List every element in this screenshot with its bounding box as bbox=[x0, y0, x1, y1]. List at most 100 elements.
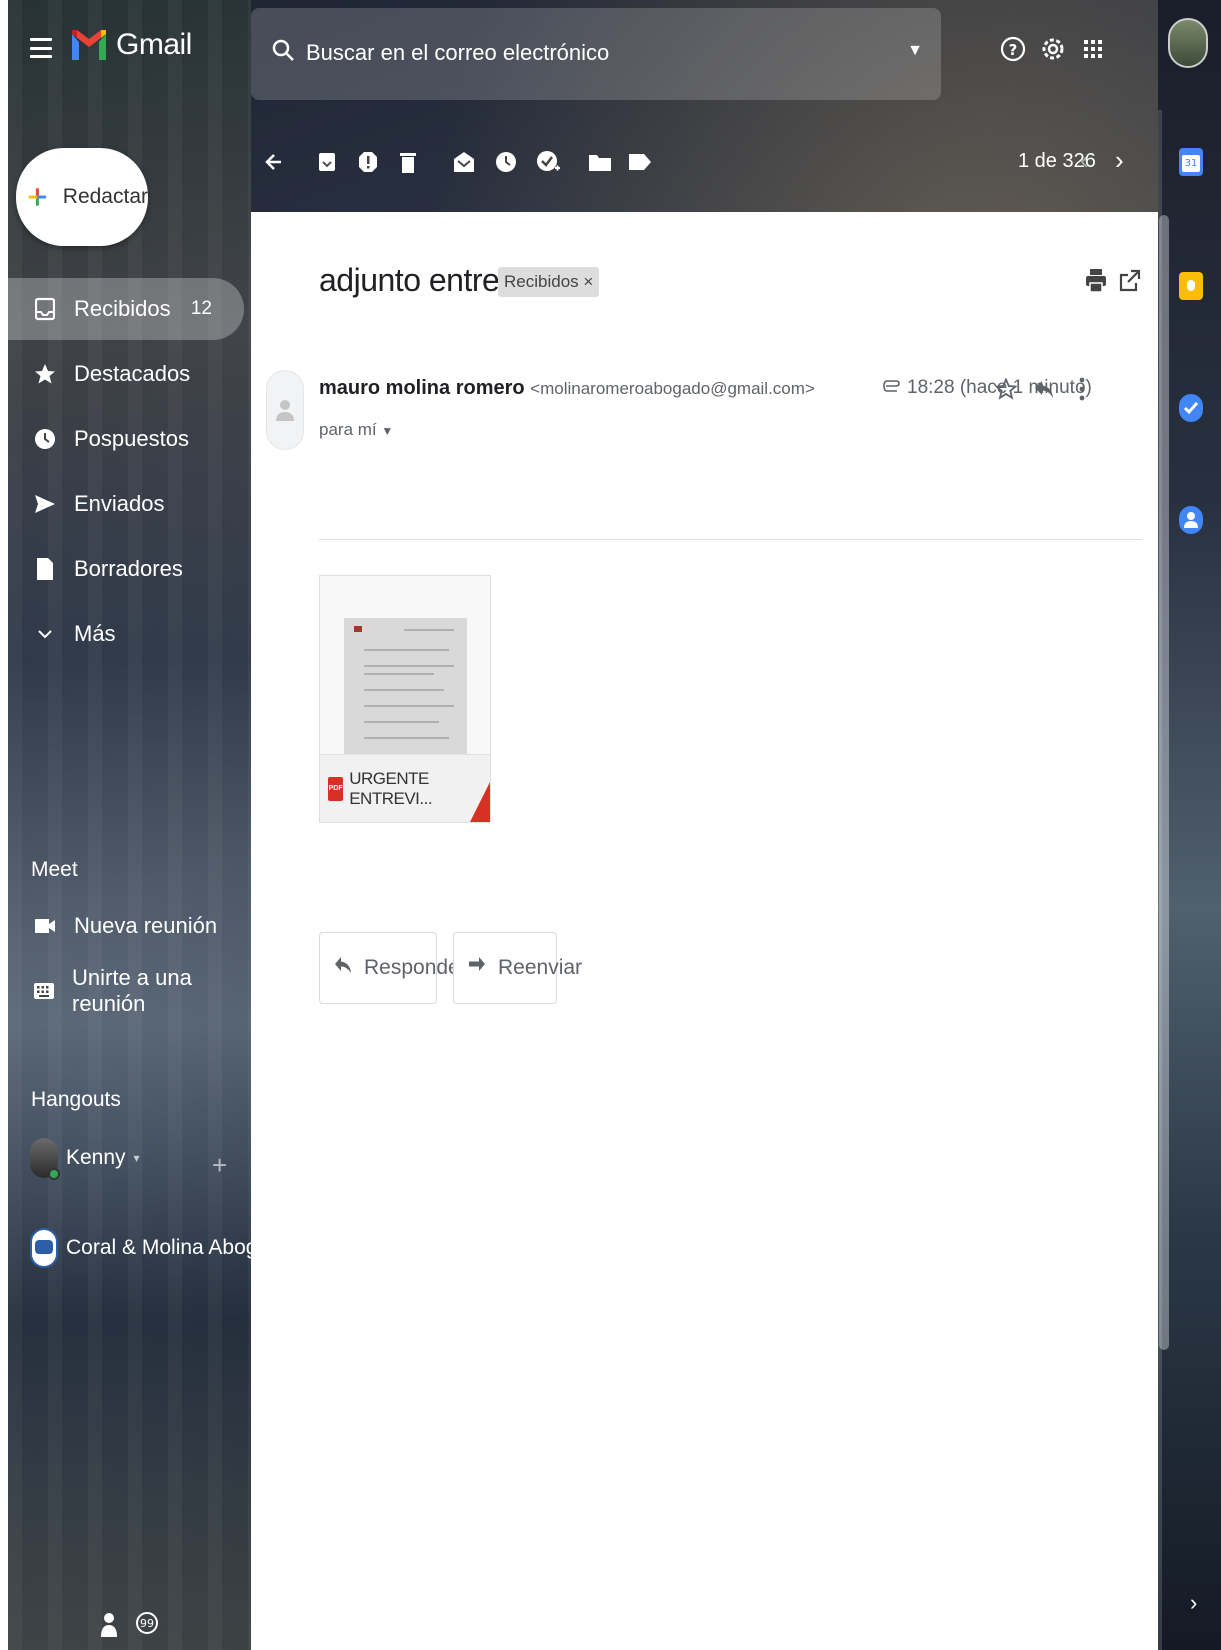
attachment-footer: PDF URGENTE ENTREVI... bbox=[320, 754, 490, 822]
meet-item-label: Nueva reunión bbox=[74, 913, 218, 938]
sidebar-item-label: Destacados bbox=[74, 361, 191, 386]
sidebar-item-drafts[interactable]: Borradores bbox=[8, 538, 244, 600]
gmail-m-icon bbox=[72, 30, 106, 60]
snooze-clock-icon[interactable] bbox=[494, 148, 518, 176]
sidebar-item-label: Pospuestos bbox=[74, 426, 189, 451]
reply-arrow-icon[interactable] bbox=[1031, 374, 1057, 404]
calendar-icon[interactable]: 31 bbox=[1179, 148, 1203, 176]
move-to-folder-icon[interactable] bbox=[588, 148, 612, 176]
sidebar-item-inbox[interactable]: Recibidos 12 bbox=[8, 278, 244, 340]
search-input[interactable] bbox=[306, 38, 866, 68]
contact-avatar bbox=[30, 1138, 60, 1180]
report-spam-icon[interactable] bbox=[356, 148, 380, 176]
sidebar-item-label: Enviados bbox=[74, 491, 165, 516]
hangouts-quote-icon[interactable]: 99 bbox=[136, 1612, 158, 1643]
svg-text:?: ? bbox=[1009, 41, 1018, 59]
archive-icon[interactable] bbox=[315, 148, 339, 176]
recipient-text: para mí bbox=[319, 420, 377, 439]
sidebar-item-label: Borradores bbox=[74, 556, 183, 581]
sidebar-item-label: Más bbox=[74, 621, 116, 646]
print-icon[interactable] bbox=[1083, 266, 1109, 296]
compose-button[interactable]: Redactar bbox=[16, 148, 148, 246]
pdf-icon: PDF bbox=[328, 776, 344, 801]
sidebar-item-sent[interactable]: Enviados bbox=[8, 473, 244, 535]
online-status-dot bbox=[48, 1168, 60, 1180]
attachment-thumbnail bbox=[344, 618, 467, 754]
meet-section-title: Meet bbox=[31, 858, 78, 881]
label-icon[interactable] bbox=[628, 148, 652, 176]
attachment-paperclip-icon bbox=[883, 377, 901, 399]
search-options-icon[interactable]: ▼ bbox=[907, 42, 923, 60]
email-view: adjunto entrevista Recibidos × mauro mol… bbox=[251, 212, 1158, 1650]
body-divider bbox=[319, 539, 1142, 540]
help-icon[interactable]: ? bbox=[998, 34, 1028, 64]
meet-item-label: Unirte a una reunión bbox=[72, 965, 192, 1016]
search-icon[interactable] bbox=[271, 38, 295, 62]
side-panel-scrollbar[interactable] bbox=[1159, 215, 1169, 1350]
sidebar-background bbox=[8, 0, 251, 1650]
add-contact-plus-icon[interactable]: + bbox=[212, 1150, 227, 1181]
attachment-name: URGENTE ENTREVI... bbox=[349, 768, 433, 808]
recipient-info[interactable]: para mí ▼ bbox=[319, 420, 393, 440]
attachment-corner-fold bbox=[470, 782, 490, 822]
reply-button[interactable]: Responder bbox=[319, 932, 467, 1004]
settings-gear-icon[interactable] bbox=[1038, 34, 1068, 64]
compose-label: Redactar bbox=[62, 185, 148, 208]
forward-icon bbox=[468, 955, 486, 981]
contacts-person-icon[interactable] bbox=[1179, 506, 1203, 534]
gmail-wordmark: Gmail bbox=[116, 28, 192, 61]
send-icon bbox=[33, 491, 57, 517]
sender-name[interactable]: mauro molina romero bbox=[319, 377, 525, 399]
sidebar-item-more[interactable]: Más bbox=[8, 603, 244, 665]
delete-trash-icon[interactable] bbox=[396, 148, 420, 176]
contact-avatar bbox=[30, 1228, 58, 1268]
attachment-card[interactable]: PDF URGENTE ENTREVI... bbox=[319, 575, 491, 823]
forward-button[interactable]: Reenviar bbox=[453, 932, 582, 1004]
keyboard-icon bbox=[33, 978, 55, 1004]
reply-label: Responder bbox=[364, 956, 467, 979]
apps-grid-icon[interactable] bbox=[1078, 34, 1108, 64]
unread-count: 12 bbox=[190, 298, 212, 319]
video-camera-icon bbox=[33, 913, 57, 939]
mark-unread-icon[interactable] bbox=[452, 148, 476, 176]
sidebar-item-starred[interactable]: Destacados bbox=[8, 343, 244, 405]
older-chevron-left-icon[interactable]: ‹ bbox=[1080, 145, 1089, 176]
open-in-new-window-icon[interactable] bbox=[1117, 266, 1143, 296]
sender-email: <molinaromeroabogado@gmail.com> bbox=[530, 379, 815, 398]
main-menu-icon[interactable] bbox=[30, 38, 52, 58]
account-avatar[interactable] bbox=[1168, 18, 1208, 68]
sender-info: mauro molina romero <molinaromeroabogado… bbox=[319, 377, 815, 400]
sender-avatar[interactable] bbox=[266, 370, 304, 450]
left-edge bbox=[0, 0, 8, 1650]
hangouts-bottom-bar: 99 bbox=[100, 1612, 158, 1643]
clock-icon bbox=[33, 426, 57, 452]
compose-plus-icon bbox=[28, 188, 47, 206]
side-panel-apps: 31 bbox=[1172, 148, 1210, 590]
add-to-tasks-icon[interactable] bbox=[536, 148, 560, 176]
sidebar-item-label: Recibidos bbox=[74, 296, 171, 321]
forward-label: Reenviar bbox=[498, 956, 583, 979]
inbox-label-chip[interactable]: Recibidos × bbox=[498, 267, 600, 297]
reply-icon bbox=[334, 955, 352, 981]
star-outline-icon[interactable] bbox=[993, 374, 1019, 404]
hangouts-section-title: Hangouts bbox=[31, 1088, 121, 1111]
draft-document-icon bbox=[33, 556, 57, 582]
show-details-caret-icon[interactable]: ▼ bbox=[381, 424, 393, 438]
meet-join-meeting[interactable]: Unirte a una reunión bbox=[8, 960, 244, 1022]
email-time: 18:28 (hace 1 minuto) bbox=[883, 377, 1092, 399]
meet-new-meeting[interactable]: Nueva reunión bbox=[8, 895, 244, 957]
top-header: Gmail ▼ ? bbox=[8, 8, 1158, 100]
person-icon[interactable] bbox=[100, 1612, 118, 1643]
side-panel-expand-chevron-icon[interactable]: › bbox=[1190, 1590, 1197, 1616]
tasks-check-icon[interactable] bbox=[1179, 394, 1203, 422]
back-arrow-icon[interactable] bbox=[262, 148, 286, 176]
more-vertical-icon[interactable] bbox=[1069, 374, 1095, 404]
search-bar: ▼ bbox=[251, 8, 941, 100]
caret-down-icon: ▾ bbox=[133, 1151, 140, 1165]
newer-chevron-right-icon[interactable]: › bbox=[1115, 145, 1124, 176]
sidebar-item-snoozed[interactable]: Pospuestos bbox=[8, 408, 244, 470]
keep-bulb-icon[interactable] bbox=[1179, 272, 1203, 300]
gmail-logo[interactable]: Gmail bbox=[70, 28, 192, 62]
chevron-down-icon bbox=[33, 621, 57, 647]
hangout-contact-kenny[interactable]: Kenny ▾ bbox=[30, 1138, 140, 1180]
